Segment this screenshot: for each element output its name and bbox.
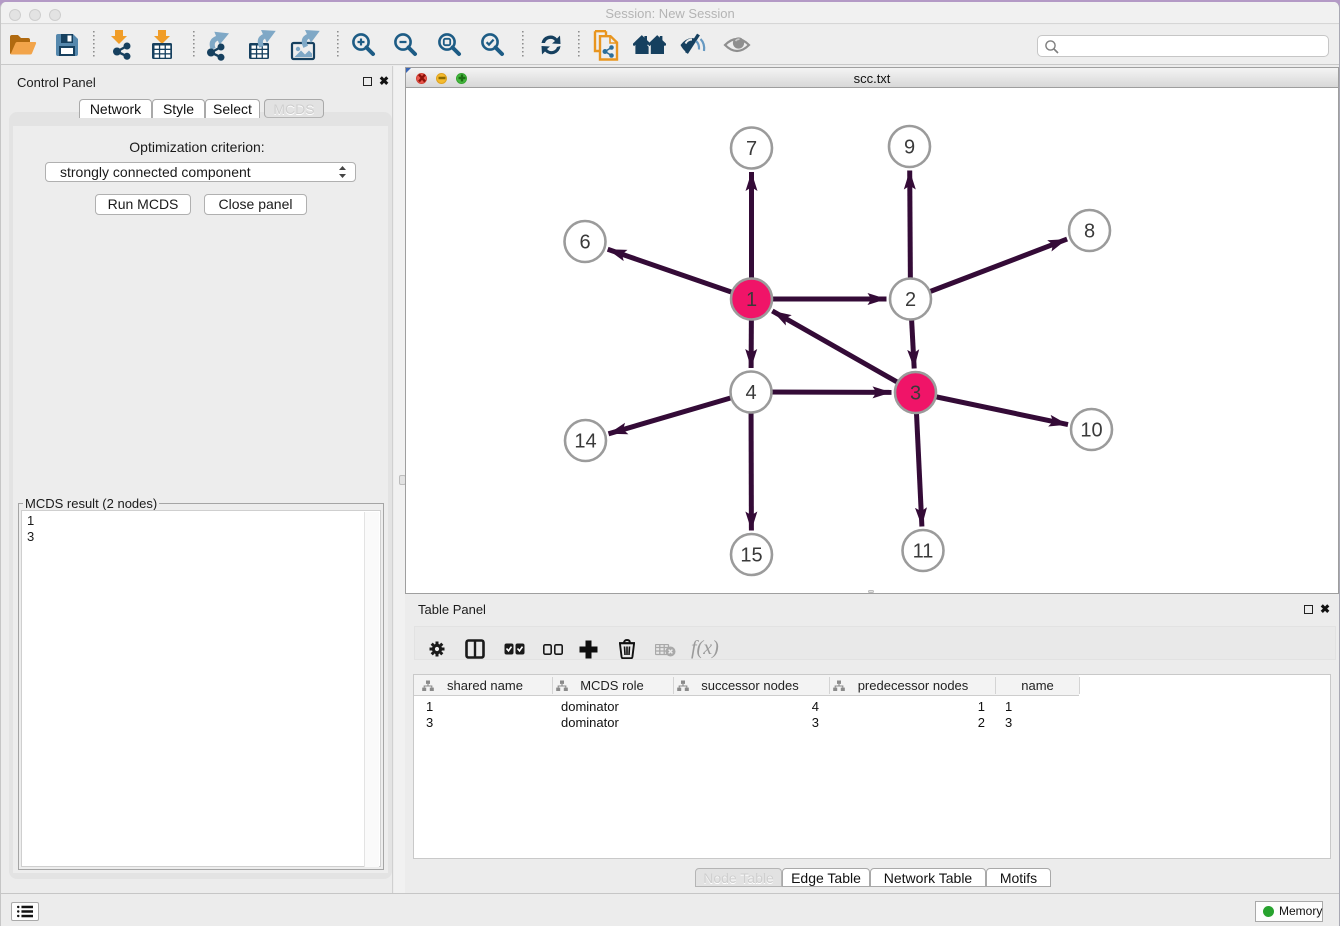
svg-text:4: 4 [745,382,756,404]
svg-text:1: 1 [746,289,757,311]
svg-text:8: 8 [1084,221,1095,243]
svg-text:14: 14 [574,431,596,453]
svg-text:11: 11 [913,541,934,563]
svg-text:3: 3 [910,383,921,405]
svg-text:2: 2 [905,289,916,311]
svg-text:10: 10 [1080,420,1102,442]
svg-text:15: 15 [740,545,762,567]
svg-text:7: 7 [746,138,757,160]
svg-text:6: 6 [579,232,590,254]
svg-text:9: 9 [904,137,915,159]
